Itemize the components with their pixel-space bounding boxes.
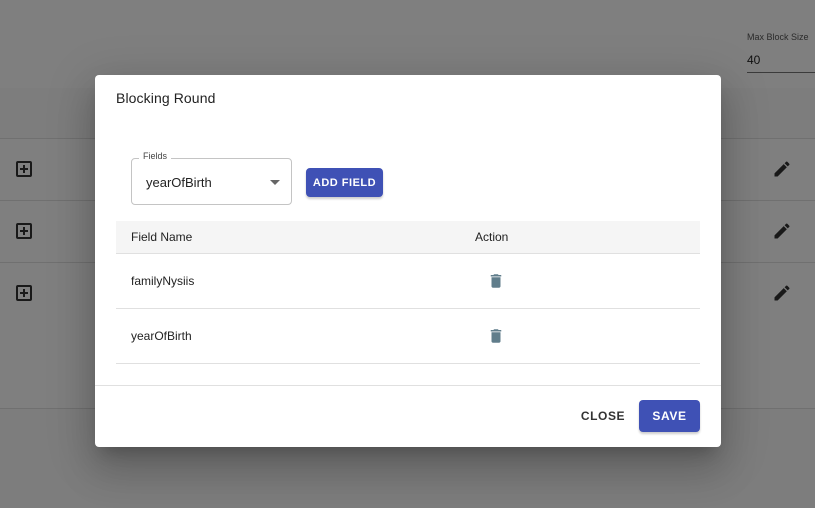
table-header: Field Name Action [116,221,700,254]
fields-table: Field Name Action familyNysiis yearOfBir… [116,221,700,364]
blocking-round-dialog: Blocking Round Fields yearOfBirth ADD FI… [95,75,721,447]
field-name-cell: familyNysiis [131,274,195,288]
save-button[interactable]: SAVE [639,400,700,432]
table-row: familyNysiis [116,254,700,309]
dialog-actions-divider [95,385,721,386]
delete-icon[interactable] [487,327,505,345]
fields-select-value[interactable]: yearOfBirth [146,175,212,190]
table-row: yearOfBirth [116,309,700,364]
close-button[interactable]: CLOSE [573,401,633,431]
dropdown-arrow-icon[interactable] [270,180,280,185]
field-name-cell: yearOfBirth [131,329,192,343]
add-field-button[interactable]: ADD FIELD [306,168,383,197]
delete-icon[interactable] [487,272,505,290]
column-header-field-name: Field Name [131,230,193,244]
column-header-action: Action [475,230,509,244]
fields-select-label: Fields [139,151,172,161]
dialog-title: Blocking Round [116,90,216,106]
